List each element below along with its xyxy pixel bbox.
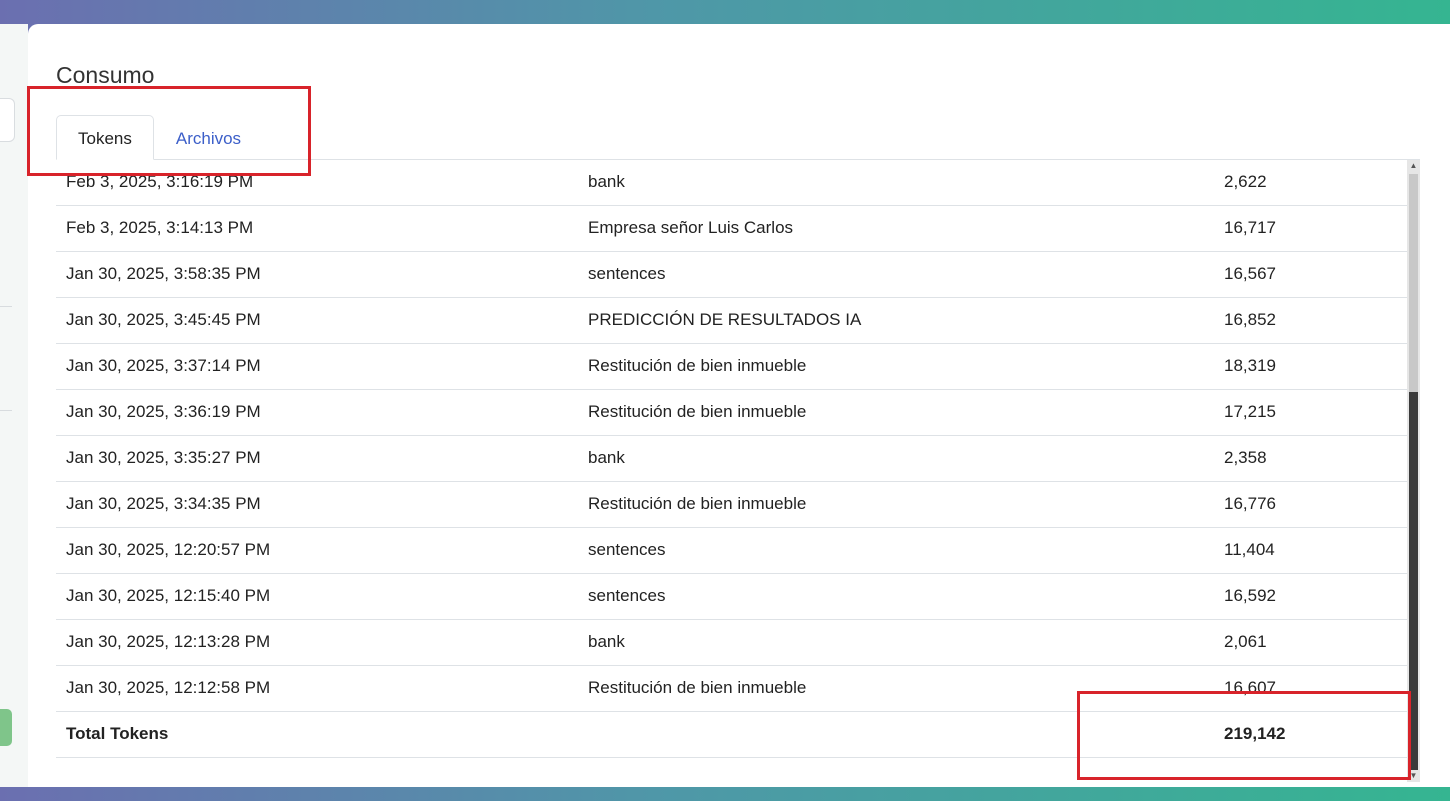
row-name: sentences <box>578 251 1214 298</box>
tab-tokens[interactable]: Tokens <box>56 115 154 160</box>
sidebar-green-button-edge[interactable] <box>0 709 12 746</box>
tokens-table: Feb 3, 2025, 3:16:19 PM bank 2,622 Feb 3, 2… <box>56 166 1407 758</box>
tab-bar: Tokens Archivos <box>56 115 1420 160</box>
row-tokens: 16,717 <box>1214 205 1407 252</box>
row-date: Jan 30, 2025, 3:37:14 PM <box>56 343 578 390</box>
row-name: sentences <box>578 527 1214 574</box>
scroll-up-arrow-icon[interactable]: ▲ <box>1407 160 1420 172</box>
row-date: Jan 30, 2025, 12:12:58 PM <box>56 665 578 712</box>
table-row: Jan 30, 2025, 3:34:35 PM Restitución de b… <box>56 481 1407 528</box>
table-row: Jan 30, 2025, 3:37:14 PM Restitución de b… <box>56 343 1407 390</box>
table-row: Jan 30, 2025, 12:12:58 PM Restitución de … <box>56 665 1407 712</box>
row-date: Feb 3, 2025, 3:16:19 PM <box>56 166 578 206</box>
row-name: Restitución de bien inmueble <box>578 481 1214 528</box>
row-tokens: 17,215 <box>1214 389 1407 436</box>
row-name: Empresa señor Luis Carlos <box>578 205 1214 252</box>
row-name: PREDICCIÓN DE RESULTADOS IA <box>578 297 1214 344</box>
row-name: Restitución de bien inmueble <box>578 389 1214 436</box>
table-row: Jan 30, 2025, 3:35:27 PM bank 2,358 <box>56 435 1407 482</box>
row-tokens: 2,358 <box>1214 435 1407 482</box>
row-date: Jan 30, 2025, 3:36:19 PM <box>56 389 578 436</box>
table-row: Jan 30, 2025, 12:13:28 PM bank 2,061 <box>56 619 1407 666</box>
row-name: bank <box>578 166 1214 206</box>
page-title: Consumo <box>56 62 155 88</box>
total-row: Total Tokens 219,142 <box>56 711 1407 758</box>
table-row: Feb 3, 2025, 3:14:13 PM Empresa señor Lui… <box>56 205 1407 252</box>
table-row: Jan 30, 2025, 12:20:57 PM sentences 11,404 <box>56 527 1407 574</box>
row-name: sentences <box>578 573 1214 620</box>
row-tokens: 18,319 <box>1214 343 1407 390</box>
row-tokens: 2,061 <box>1214 619 1407 666</box>
row-name: bank <box>578 435 1214 482</box>
table-scrollbar[interactable]: ▲ ▼ <box>1407 160 1420 782</box>
row-name: Restitución de bien inmueble <box>578 343 1214 390</box>
row-date: Feb 3, 2025, 3:14:13 PM <box>56 205 578 252</box>
row-date: Jan 30, 2025, 3:58:35 PM <box>56 251 578 298</box>
sidebar-divider <box>0 410 12 411</box>
table-row: Feb 3, 2025, 3:16:19 PM bank 2,622 <box>56 166 1407 206</box>
row-date: Jan 30, 2025, 12:15:40 PM <box>56 573 578 620</box>
row-name: Restitución de bien inmueble <box>578 665 1214 712</box>
tab-archivos[interactable]: Archivos <box>154 115 263 160</box>
scroll-down-arrow-icon[interactable]: ▼ <box>1407 770 1420 782</box>
row-tokens: 2,622 <box>1214 166 1407 206</box>
row-tokens: 16,607 <box>1214 665 1407 712</box>
row-tokens: 16,852 <box>1214 297 1407 344</box>
total-label: Total Tokens <box>56 711 578 758</box>
row-date: Jan 30, 2025, 3:35:27 PM <box>56 435 578 482</box>
row-date: Jan 30, 2025, 3:45:45 PM <box>56 297 578 344</box>
total-value: 219,142 <box>1214 711 1407 758</box>
scrollbar-track-segment <box>1409 174 1418 392</box>
row-tokens: 11,404 <box>1214 527 1407 574</box>
bottom-gradient-strip <box>0 787 1450 801</box>
row-tokens: 16,776 <box>1214 481 1407 528</box>
row-tokens: 16,592 <box>1214 573 1407 620</box>
sidebar-divider <box>0 306 12 307</box>
consumo-card: Consumo Tokens Archivos Feb 3, 2025, 3:1… <box>28 24 1450 787</box>
sidebar-input-edge[interactable] <box>0 98 15 142</box>
row-name: bank <box>578 619 1214 666</box>
row-date: Jan 30, 2025, 12:20:57 PM <box>56 527 578 574</box>
total-spacer <box>578 711 1214 758</box>
table-row: Jan 30, 2025, 3:36:19 PM Restitución de b… <box>56 389 1407 436</box>
table-row: Jan 30, 2025, 3:45:45 PM PREDICCIÓN DE RE… <box>56 297 1407 344</box>
scrollbar-thumb[interactable] <box>1409 392 1418 770</box>
row-date: Jan 30, 2025, 3:34:35 PM <box>56 481 578 528</box>
row-date: Jan 30, 2025, 12:13:28 PM <box>56 619 578 666</box>
table-row: Jan 30, 2025, 12:15:40 PM sentences 16,592 <box>56 573 1407 620</box>
table-row: Jan 30, 2025, 3:58:35 PM sentences 16,567 <box>56 251 1407 298</box>
tokens-table-container[interactable]: Feb 3, 2025, 3:16:19 PM bank 2,622 Feb 3, 2… <box>56 166 1407 784</box>
row-tokens: 16,567 <box>1214 251 1407 298</box>
